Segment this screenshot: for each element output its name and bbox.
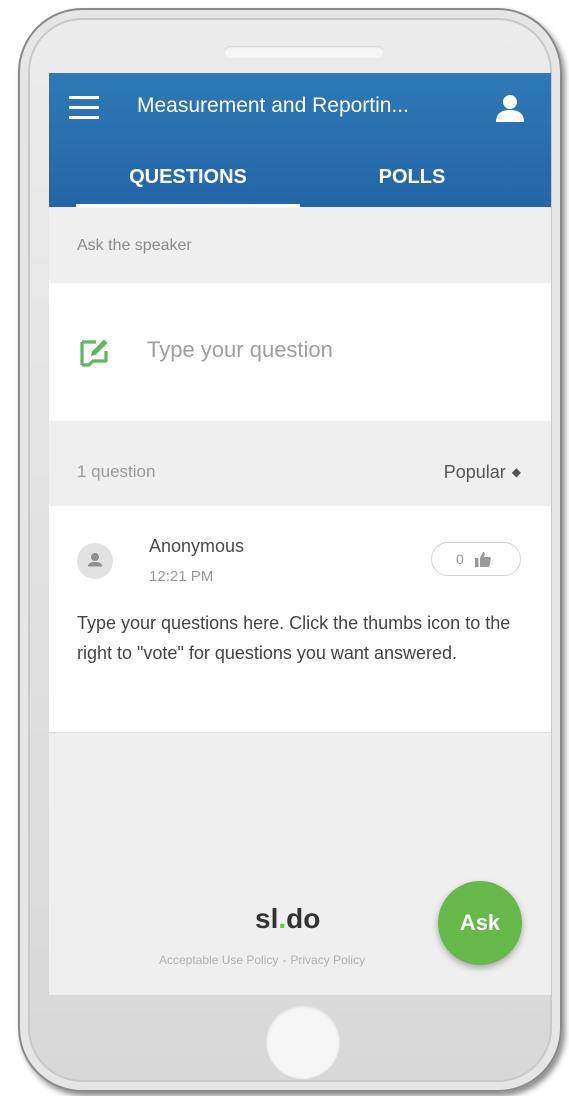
- question-count: 1 question: [77, 462, 156, 481]
- slido-logo: sl.do: [255, 903, 321, 934]
- upvote-button[interactable]: 0: [431, 542, 521, 576]
- vote-count: 0: [456, 551, 464, 567]
- acceptable-use-policy-link[interactable]: Acceptable Use Policy: [159, 953, 278, 967]
- question-card: Anonymous 12:21 PM 0 Type your questions…: [49, 506, 551, 733]
- user-avatar-icon: [88, 553, 102, 567]
- tab-polls[interactable]: POLLS: [300, 160, 524, 194]
- app-header: Measurement and Reportin... QUESTIONS PO…: [49, 73, 551, 207]
- footer-links: Acceptable Use Policy - Privacy Policy: [159, 953, 365, 967]
- event-title: Measurement and Reportin...: [137, 94, 409, 117]
- question-text: Type your questions here. Click the thum…: [77, 613, 511, 663]
- user-icon[interactable]: [494, 93, 526, 123]
- thumbs-up-icon: [475, 552, 491, 567]
- question-input[interactable]: Type your question: [49, 283, 551, 421]
- hamburger-menu-icon[interactable]: [69, 96, 99, 120]
- active-tab-indicator: [76, 204, 300, 207]
- sort-label: Popular: [443, 462, 506, 482]
- ask-speaker-label: Ask the speaker: [77, 237, 192, 254]
- question-input-placeholder: Type your question: [147, 337, 333, 362]
- avatar: [77, 543, 113, 579]
- question-timestamp: 12:21 PM: [149, 568, 214, 585]
- question-author: Anonymous: [149, 536, 245, 556]
- app-screen: Measurement and Reportin... QUESTIONS PO…: [49, 73, 551, 995]
- edit-icon: [80, 339, 108, 367]
- sort-dropdown[interactable]: Popular ◆: [444, 462, 521, 483]
- tab-questions[interactable]: QUESTIONS: [76, 160, 300, 194]
- home-button[interactable]: [266, 1005, 340, 1079]
- ask-button[interactable]: Ask: [438, 881, 522, 965]
- sort-icon: ◆: [511, 465, 521, 479]
- footer-separator: -: [282, 953, 287, 967]
- phone-speaker: [224, 46, 384, 58]
- privacy-policy-link[interactable]: Privacy Policy: [290, 953, 365, 967]
